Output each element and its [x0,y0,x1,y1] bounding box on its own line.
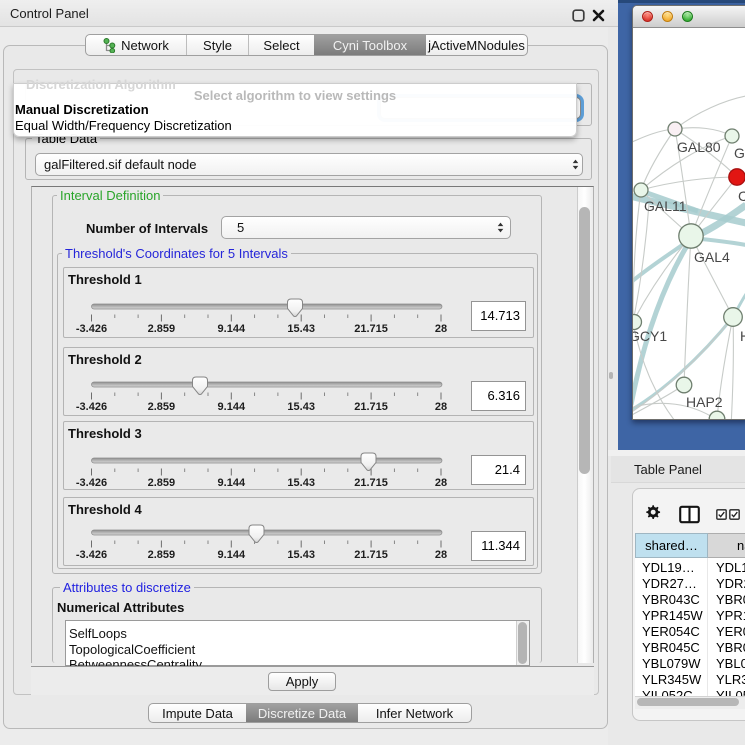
svg-text:C: C [738,188,745,204]
svg-text:H: H [740,328,745,344]
svg-text:GCY1: GCY1 [633,328,667,344]
svg-text:GAL11: GAL11 [644,198,687,214]
svg-text:GAL4: GAL4 [694,249,730,265]
svg-text:HAP2: HAP2 [686,394,723,410]
svg-text:GA: GA [734,145,745,161]
svg-text:GAL80: GAL80 [677,139,721,155]
